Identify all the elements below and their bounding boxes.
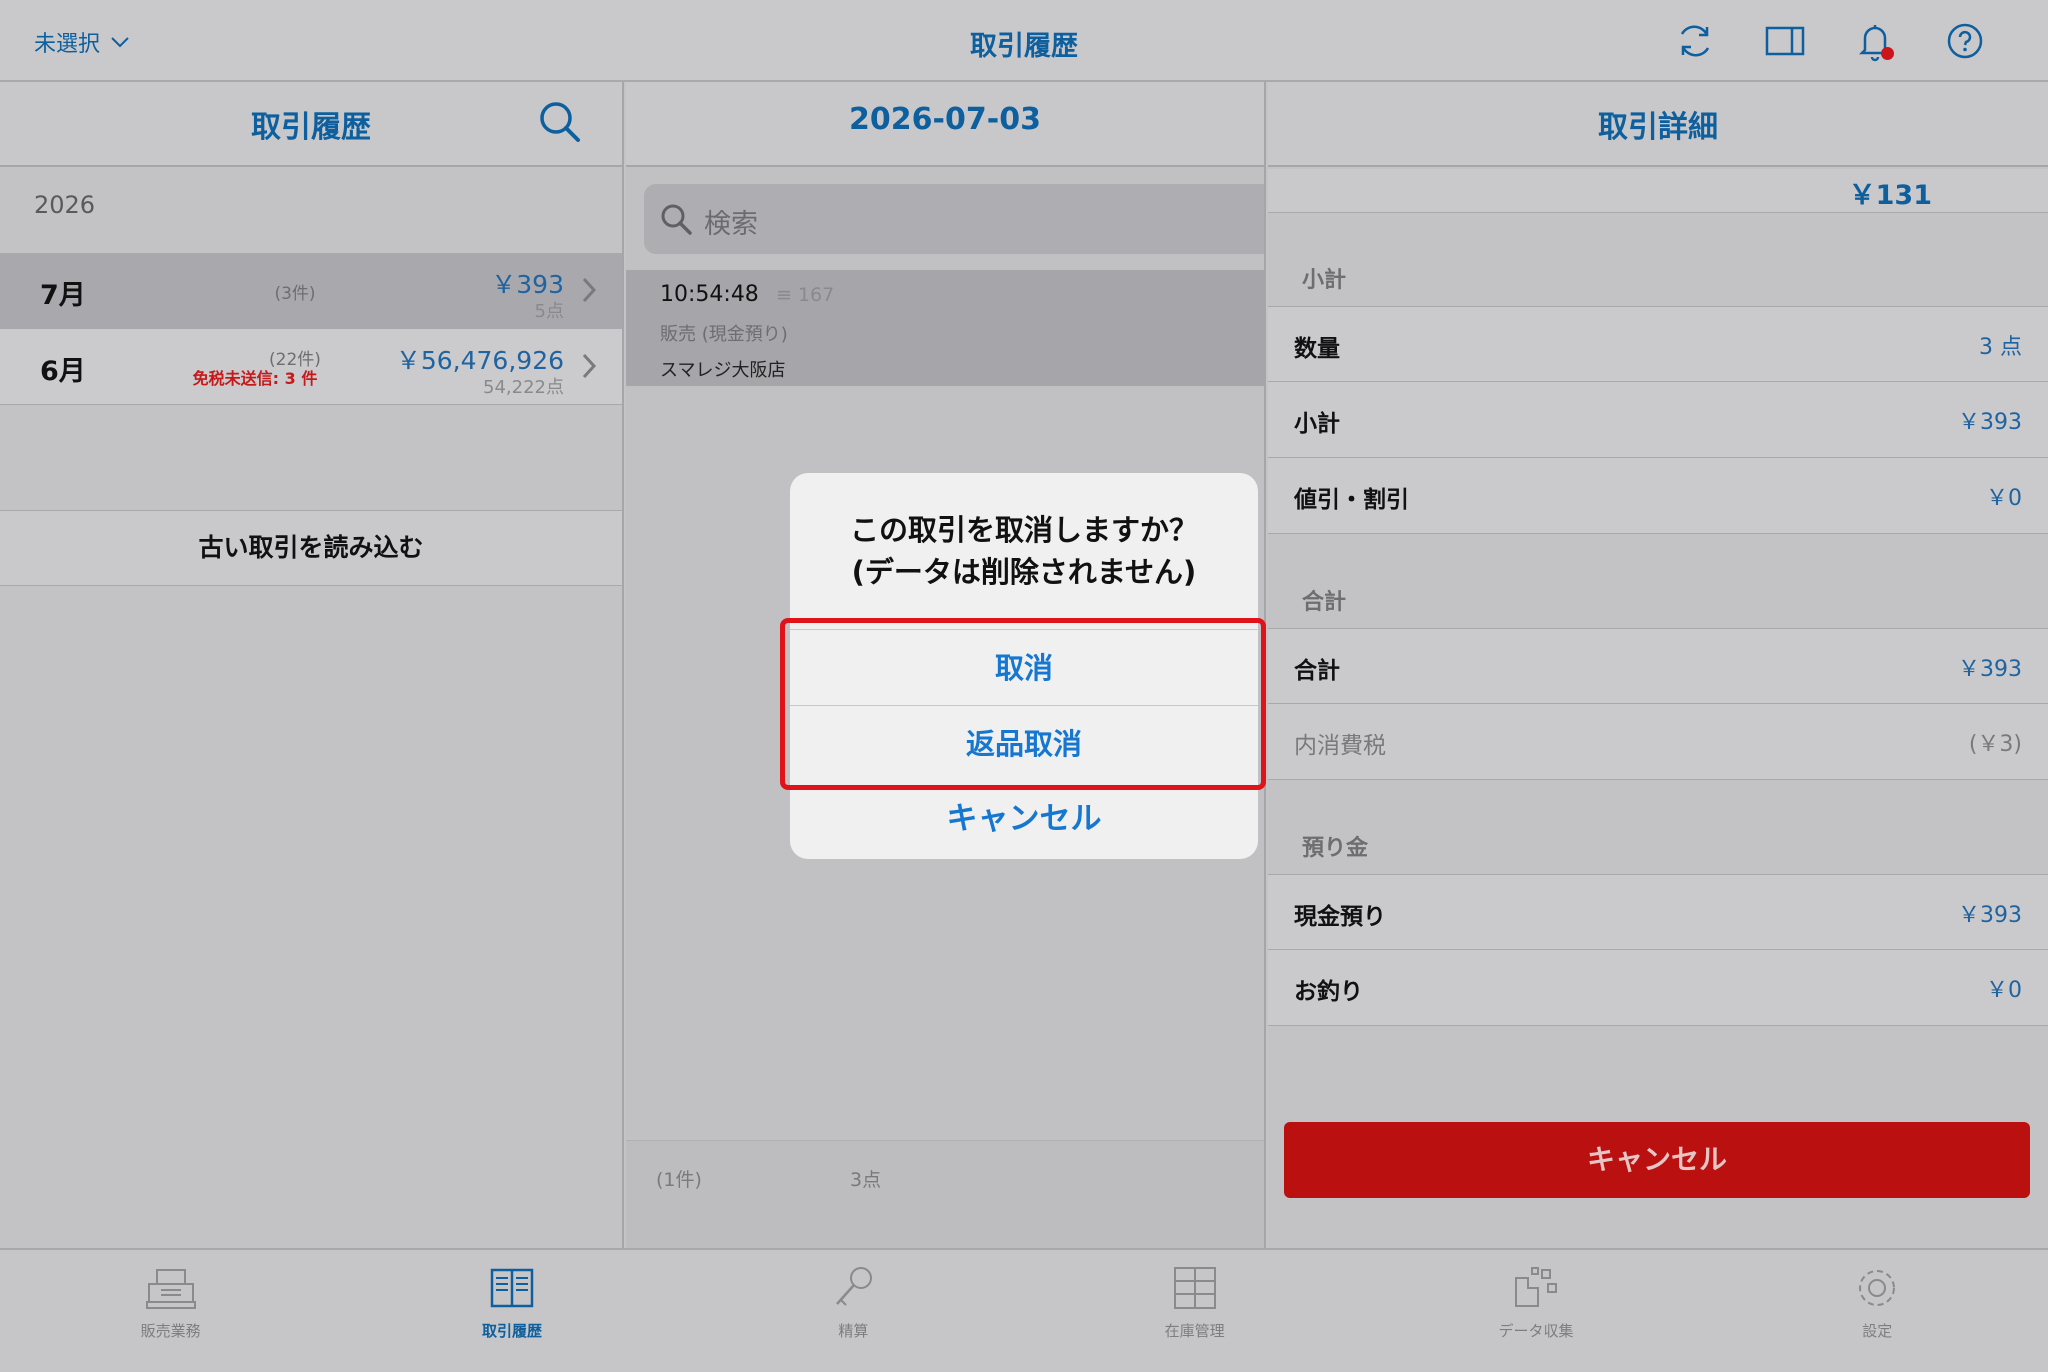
total-value: ￥393 xyxy=(1958,657,2022,682)
void-confirm-dialog: この取引を取消しますか？ (データは削除されません) 取消 返品取消 キャンセル xyxy=(790,473,1258,859)
tab-settings[interactable]: 設定 xyxy=(1707,1250,2048,1372)
search-field[interactable]: 検索 xyxy=(644,184,1264,254)
middle-header: 2026-07-03 xyxy=(626,82,1264,167)
dialog-message: この取引を取消しますか？ (データは削除されません) xyxy=(790,509,1258,593)
month-points: 5点 xyxy=(534,301,564,322)
left-title: 取引履歴 xyxy=(251,110,371,145)
chevron-right-icon xyxy=(582,353,597,379)
transaction-row[interactable]: 10:54:48 ≡ 167 販売 (現金預り) スマレジ大阪店 xyxy=(626,270,1264,386)
search-icon xyxy=(661,204,692,235)
dialog-message-line2: (データは削除されません) xyxy=(851,555,1197,589)
quantity-value: 3 点 xyxy=(1979,335,2022,360)
date-title: 2026-07-03 xyxy=(849,102,1041,137)
total-label: 合計 xyxy=(1294,658,1340,684)
tax-free-warning: 免税未送信: 3 件 xyxy=(192,369,318,388)
top-bar: 未選択 取引履歴 xyxy=(0,0,2048,82)
subtotal-value: ￥393 xyxy=(1958,410,2022,435)
return-void-button[interactable]: 返品取消 xyxy=(790,705,1258,781)
chevron-right-icon xyxy=(582,277,597,303)
subtotal-label: 小計 xyxy=(1294,411,1340,437)
tax-row: 内消費税 (￥3) xyxy=(1268,704,2048,780)
right-header: 取引詳細 xyxy=(1268,82,2048,167)
tab-history[interactable]: 取引履歴 xyxy=(341,1250,682,1372)
search-icon[interactable] xyxy=(536,98,584,146)
store-selector-label: 未選択 xyxy=(34,32,101,57)
data-collection-icon xyxy=(1514,1267,1557,1307)
change-label: お釣り xyxy=(1294,979,1363,1005)
tab-label: 取引履歴 xyxy=(481,1322,542,1340)
discount-value: ￥0 xyxy=(1986,486,2022,511)
discount-label: 値引・割引 xyxy=(1294,487,1409,513)
cabinet-icon xyxy=(1173,1267,1216,1309)
store-selector[interactable]: 未選択 xyxy=(34,26,130,58)
quantity-label: 数量 xyxy=(1294,336,1340,362)
cash-deposit-value: ￥393 xyxy=(1958,903,2022,928)
book-icon xyxy=(490,1268,534,1308)
notification-dot xyxy=(1881,47,1894,60)
tab-label: 設定 xyxy=(1862,1322,1893,1340)
transaction-store: スマレジ大阪店 xyxy=(660,360,786,381)
transaction-points: 3点 xyxy=(850,1169,882,1191)
subtotal-row: 小計 ￥393 xyxy=(1268,382,2048,458)
month-count: (3件) xyxy=(274,284,316,304)
key-icon xyxy=(836,1267,873,1306)
change-row: お釣り ￥0 xyxy=(1268,950,2048,1026)
cash-deposit-row: 現金預り ￥393 xyxy=(1268,874,2048,950)
quantity-row: 数量 3 点 xyxy=(1268,306,2048,382)
search-placeholder: 検索 xyxy=(704,209,758,240)
month-name: 7月 xyxy=(40,280,86,311)
dialog-message-line1: この取引を取消しますか？ xyxy=(849,513,1198,547)
tax-value: (￥3) xyxy=(1968,732,2022,757)
history-month-panel: 取引履歴 2026 7月 (3件) ￥393 5点 6月 (22件) 免税未送信… xyxy=(0,82,624,1248)
year-label: 2026 xyxy=(34,191,96,219)
discount-row: 値引・割引 ￥0 xyxy=(1268,458,2048,534)
tab-label: 精算 xyxy=(838,1322,869,1340)
sync-icon[interactable] xyxy=(1672,18,1718,64)
item-amount-row: ￥131 xyxy=(1268,169,2048,213)
help-icon[interactable] xyxy=(1942,18,1988,64)
tab-label: データ収集 xyxy=(1498,1322,1574,1340)
gear-icon xyxy=(1859,1270,1896,1306)
transaction-summary: (1件) 3点 xyxy=(626,1140,1264,1248)
tab-inventory[interactable]: 在庫管理 xyxy=(1024,1250,1365,1372)
tab-label: 在庫管理 xyxy=(1164,1322,1225,1340)
transaction-time: 10:54:48 xyxy=(660,282,759,307)
total-row: 合計 ￥393 xyxy=(1268,628,2048,704)
section-total: 合計 xyxy=(1302,590,1347,615)
bell-icon[interactable] xyxy=(1852,18,1898,64)
dialog-cancel-button[interactable]: キャンセル xyxy=(790,781,1258,857)
tax-label: 内消費税 xyxy=(1294,733,1386,759)
chevron-down-icon xyxy=(111,37,129,48)
split-view-icon[interactable] xyxy=(1762,18,1808,64)
section-subtotal: 小計 xyxy=(1302,268,1347,293)
transaction-type: 販売 (現金預り) xyxy=(660,324,788,345)
month-row-july[interactable]: 7月 (3件) ￥393 5点 xyxy=(0,253,622,329)
tab-label: 販売業務 xyxy=(140,1322,201,1340)
item-amount: ￥131 xyxy=(1848,180,1932,211)
transaction-detail-panel: 取引詳細 ￥131 小計 数量 3 点 小計 ￥393 値引・割引 ￥0 合計 … xyxy=(1268,82,2048,1248)
change-value: ￥0 xyxy=(1986,978,2022,1003)
section-deposit: 預り金 xyxy=(1302,836,1369,861)
detail-title: 取引詳細 xyxy=(1598,110,1718,145)
tab-settlement[interactable]: 精算 xyxy=(683,1250,1024,1372)
month-points: 54,222点 xyxy=(483,377,564,398)
transaction-number: ≡ 167 xyxy=(776,284,835,306)
left-header: 取引履歴 xyxy=(0,82,622,167)
month-name: 6月 xyxy=(40,356,86,387)
register-icon xyxy=(145,1269,196,1309)
load-older-button[interactable]: 古い取引を読み込む xyxy=(0,510,622,586)
month-amount: ￥56,476,926 xyxy=(395,346,564,375)
tab-bar: 販売業務 取引履歴 精算 在庫管理 データ収集 設定 xyxy=(0,1248,2048,1372)
month-amount: ￥393 xyxy=(491,270,564,299)
month-row-june[interactable]: 6月 (22件) 免税未送信: 3 件 ￥56,476,926 54,222点 xyxy=(0,329,622,405)
cash-deposit-label: 現金預り xyxy=(1294,904,1386,930)
tab-data-collection[interactable]: データ収集 xyxy=(1365,1250,1706,1372)
tab-sales[interactable]: 販売業務 xyxy=(0,1250,341,1372)
void-button[interactable]: 取消 xyxy=(790,629,1258,705)
left-spacer xyxy=(0,408,622,510)
transaction-count: (1件) xyxy=(656,1169,702,1191)
cancel-transaction-button[interactable]: キャンセル xyxy=(1284,1122,2030,1198)
